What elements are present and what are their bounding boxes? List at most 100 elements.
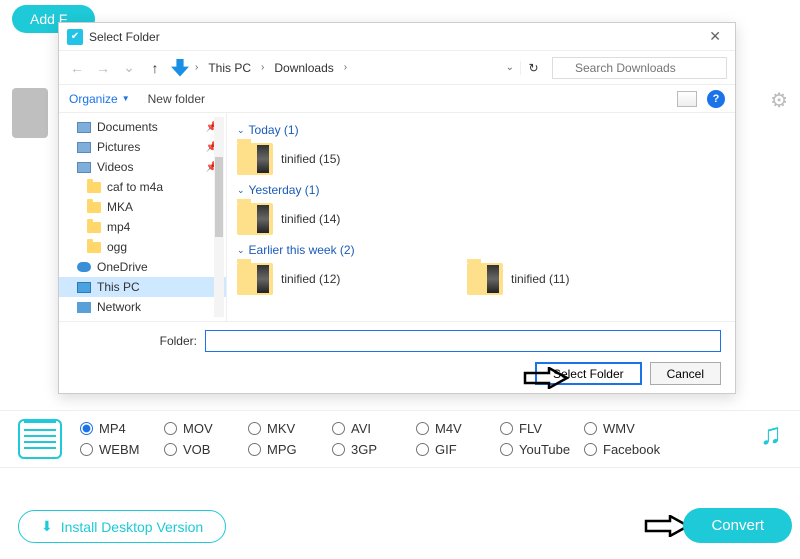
view-options-button[interactable]: [677, 91, 697, 107]
format-label: M4V: [435, 421, 462, 436]
nav-dropdown-icon[interactable]: ⌄: [119, 58, 139, 78]
sidebar-item[interactable]: Pictures📌: [59, 137, 226, 157]
sidebar-item[interactable]: MKA: [59, 197, 226, 217]
format-radio[interactable]: [164, 422, 177, 435]
net-icon: [77, 302, 91, 313]
pc-icon: [77, 282, 91, 293]
format-radio[interactable]: [80, 422, 93, 435]
folder-input[interactable]: [205, 330, 721, 352]
format-option[interactable]: MOV: [164, 421, 248, 436]
folder-item[interactable]: tinified (14): [237, 203, 437, 235]
format-option[interactable]: YouTube: [500, 442, 584, 457]
format-section: MP4 MOV MKVAVI M4V FLVWMV WEBM VOB MPG3GP GIF You…: [0, 410, 800, 468]
scrollbar[interactable]: [214, 117, 224, 317]
breadcrumb-root[interactable]: This PC: [204, 61, 255, 75]
address-bar: ← → ⌄ ↑ › This PC › Downloads › ⌄ ↻ 🔍: [59, 51, 735, 85]
select-folder-dialog: ✔ Select Folder ✕ ← → ⌄ ↑ › This PC › Do…: [58, 22, 736, 394]
caret-down-icon: ▼: [122, 94, 130, 103]
format-option[interactable]: 3GP: [332, 442, 416, 457]
format-option[interactable]: M4V: [416, 421, 500, 436]
chevron-right-icon: ›: [195, 62, 198, 73]
format-radio[interactable]: [500, 422, 513, 435]
sidebar-item-label: Network: [97, 300, 141, 314]
sidebar-item[interactable]: Network: [59, 297, 226, 317]
new-folder-button[interactable]: New folder: [148, 92, 205, 106]
music-icon[interactable]: ♫: [760, 418, 783, 452]
format-radio[interactable]: [248, 422, 261, 435]
breadcrumb-folder[interactable]: Downloads: [270, 61, 337, 75]
refresh-icon[interactable]: ↻: [520, 61, 540, 75]
nav-up-icon[interactable]: ↑: [145, 58, 165, 78]
format-label: VOB: [183, 442, 210, 457]
group-header[interactable]: ⌄Earlier this week (2): [237, 243, 725, 257]
sidebar-item-label: OneDrive: [97, 260, 148, 274]
search-input[interactable]: [552, 57, 727, 79]
format-option[interactable]: MP4: [80, 421, 164, 436]
sidebar-item[interactable]: Videos📌: [59, 157, 226, 177]
sidebar-item-label: This PC: [97, 280, 140, 294]
group-header[interactable]: ⌄ Today (1): [237, 123, 725, 137]
group-title: Yesterday (1): [249, 183, 320, 197]
doc-icon: [77, 122, 91, 133]
format-radio[interactable]: [80, 443, 93, 456]
chevron-down-icon: ⌄: [237, 125, 245, 136]
sidebar-item[interactable]: Documents📌: [59, 117, 226, 137]
format-option[interactable]: MKV: [248, 421, 332, 436]
format-radio[interactable]: [332, 443, 345, 456]
group-title: Today (1): [249, 123, 299, 137]
format-option[interactable]: WEBM: [80, 442, 164, 457]
address-dropdown-icon[interactable]: ⌄: [506, 62, 514, 73]
dialog-footer: Folder: Select Folder Cancel: [59, 321, 735, 393]
sidebar-item-label: ogg: [107, 240, 127, 254]
convert-button[interactable]: Convert: [683, 508, 792, 543]
folder-item-label: tinified (12): [281, 272, 340, 286]
format-radio[interactable]: [416, 422, 429, 435]
install-desktop-button[interactable]: ⬇ Install Desktop Version: [18, 510, 226, 543]
nav-back-icon[interactable]: ←: [67, 58, 87, 78]
sidebar-item[interactable]: This PC: [59, 277, 226, 297]
format-option[interactable]: GIF: [416, 442, 500, 457]
sidebar-item[interactable]: ogg: [59, 237, 226, 257]
format-radio[interactable]: [584, 443, 597, 456]
folder-thumb-icon: [467, 263, 503, 295]
settings-gear-icon[interactable]: ⚙: [770, 88, 788, 113]
format-radio[interactable]: [584, 422, 597, 435]
format-option[interactable]: MPG: [248, 442, 332, 457]
format-radio[interactable]: [248, 443, 261, 456]
pic-icon: [77, 142, 91, 153]
organize-menu[interactable]: Organize: [69, 92, 118, 106]
sidebar-item-label: Videos: [97, 160, 133, 174]
group-title: Earlier this week (2): [249, 243, 355, 257]
cancel-button[interactable]: Cancel: [650, 362, 721, 385]
format-option[interactable]: VOB: [164, 442, 248, 457]
bg-item: [12, 88, 48, 138]
sidebar-item[interactable]: caf to m4a: [59, 177, 226, 197]
folder-item-label: tinified (15): [281, 152, 340, 166]
sidebar-item[interactable]: mp4: [59, 217, 226, 237]
folder-icon: [87, 242, 101, 253]
format-radio[interactable]: [164, 443, 177, 456]
folder-item[interactable]: tinified (11): [467, 263, 667, 295]
cloud-icon: [77, 262, 91, 272]
format-label: WEBM: [99, 442, 139, 457]
format-radio[interactable]: [416, 443, 429, 456]
folder-item[interactable]: tinified (15): [237, 143, 437, 175]
folder-thumb-icon: [237, 263, 273, 295]
folder-item[interactable]: tinified (12): [237, 263, 437, 295]
format-option[interactable]: AVI: [332, 421, 416, 436]
nav-forward-icon[interactable]: →: [93, 58, 113, 78]
format-option[interactable]: FLV: [500, 421, 584, 436]
format-option[interactable]: WMV: [584, 421, 668, 436]
folder-item-label: tinified (11): [511, 272, 569, 286]
help-icon[interactable]: ?: [707, 90, 725, 108]
group-header[interactable]: ⌄Yesterday (1): [237, 183, 725, 197]
format-radio[interactable]: [500, 443, 513, 456]
format-label: GIF: [435, 442, 457, 457]
close-icon[interactable]: ✕: [703, 28, 727, 45]
format-option[interactable]: Facebook: [584, 442, 668, 457]
sidebar-item[interactable]: OneDrive: [59, 257, 226, 277]
downloads-icon: [171, 59, 189, 77]
format-label: MOV: [183, 421, 213, 436]
format-radio[interactable]: [332, 422, 345, 435]
file-list: ⌄ Today (1) tinified (15) ⌄Yesterday (1) tin…: [227, 113, 735, 321]
